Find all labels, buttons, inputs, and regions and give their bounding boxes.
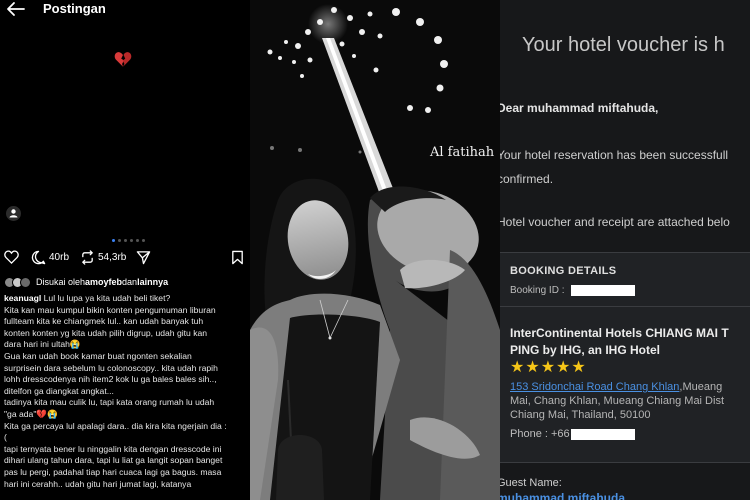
carousel-indicator: [112, 239, 145, 243]
like-button[interactable]: [4, 250, 19, 264]
broken-heart-icon: [114, 51, 132, 68]
back-arrow-icon[interactable]: [6, 1, 26, 17]
hotel-voucher-email: Your hotel voucher is h Dear muhammad mi…: [500, 0, 750, 500]
comment-count: 40rb: [49, 252, 70, 263]
caption-line: fullteam kita ke chiangmek lul.. kan uda…: [4, 316, 204, 327]
caption-line: lohh dresscodenya nih item2 kok lu ga ba…: [4, 374, 217, 385]
booking-details-title: BOOKING DETAILS: [510, 265, 617, 277]
liker-avatars: [4, 276, 31, 288]
caption-username[interactable]: keanuagl: [4, 293, 41, 303]
email-body-line: Hotel voucher and receipt are attached b…: [500, 215, 730, 229]
caption-line: Kita kan mau kumpul bikin konten pengumu…: [4, 304, 216, 315]
caption-line: "ga ada"💔😭: [4, 408, 58, 419]
star-rating: ★★★★★: [510, 359, 587, 376]
heart-icon: [4, 250, 19, 264]
divider: [500, 462, 750, 463]
caption-line: surprisein dara sebelum lu colonoscopy..…: [4, 362, 218, 373]
email-body-line: confirmed.: [500, 172, 554, 186]
divider: [500, 306, 750, 307]
caption-line: (: [4, 432, 7, 443]
caption-line: Kita ga percaya lul apalagi dara.. dia k…: [4, 420, 227, 431]
repost-button[interactable]: 54,3rb: [80, 250, 126, 265]
redacted-booking-id: [571, 285, 636, 296]
share-button[interactable]: [136, 250, 151, 265]
post-actions-bar: 40rb 54,3rb: [4, 250, 246, 268]
caption-line: Gua kan udah book kamar buat ngonten sek…: [4, 350, 192, 361]
email-greeting: Dear muhammad miftahuda,: [500, 101, 659, 115]
email-body-line: Your hotel reservation has been successf…: [500, 148, 729, 162]
avatar: [20, 276, 31, 288]
address-link[interactable]: 153 Sridonchai Road Chang Khlan: [510, 381, 679, 393]
liked-by-user[interactable]: amoyfeb: [85, 277, 122, 287]
caption-line: tapi ternyata bener lu ninggalin kita de…: [4, 443, 222, 454]
caption-line: ditelfon ga diangkat angkat...: [4, 385, 114, 396]
photo-panel: Al fatihah: [250, 0, 500, 500]
caption-first-line: keanuagl Lul lu lupa ya kita udah beli t…: [4, 293, 171, 303]
hotel-phone: Phone : +66: [510, 428, 635, 440]
liked-by-rest[interactable]: lainnya: [137, 277, 168, 287]
caption-line: dihari ulang tahun dara, tapi lu liat ga…: [4, 455, 223, 466]
booking-id-row: Booking ID :: [510, 285, 636, 296]
caption-line: pas lu pergi, padahal tiap hari cuaca la…: [4, 466, 222, 477]
comment-icon: [31, 250, 46, 265]
redacted-phone: [570, 428, 635, 440]
caption-line: dara hari ini ultah😭: [4, 339, 81, 350]
caption-line: tadinya kita mau culik lu, tapi kata ora…: [4, 397, 215, 408]
page-title: Postingan: [43, 1, 106, 16]
bookmark-icon: [232, 250, 243, 265]
email-title: Your hotel voucher is h: [522, 34, 725, 56]
tagged-users-icon[interactable]: [6, 206, 21, 221]
caption-line: konten konten yg kita udah pilih digrup,…: [4, 327, 208, 338]
repost-icon: [82, 250, 93, 265]
guest-name-label: Guest Name:: [500, 477, 562, 489]
post-header: Postingan: [0, 0, 250, 22]
save-button[interactable]: [231, 250, 244, 265]
post-caption: keanuagl Lul lu lupa ya kita udah beli t…: [4, 293, 247, 490]
night-photo: [250, 0, 500, 500]
divider: [500, 252, 750, 253]
repost-count: 54,3rb: [98, 252, 127, 263]
comment-button[interactable]: 40rb: [31, 250, 69, 265]
send-icon: [136, 251, 151, 265]
liked-by-and: dan: [122, 277, 138, 287]
guest-name-link[interactable]: muhammad miftahuda: [500, 491, 625, 500]
liked-by-prefix: Disukai oleh: [36, 277, 86, 287]
caption-line: hari ini cerahh.. udah gitu hari jumat l…: [4, 478, 192, 489]
hotel-name: InterContinental Hotels CHIANG MAI T PIN…: [510, 326, 729, 357]
instagram-post-panel: Postingan 40rb 54,3rb Disukai oleh amoyf…: [0, 0, 250, 500]
photo-overlay-text: Al fatihah: [430, 145, 495, 160]
liked-by-row[interactable]: Disukai oleh amoyfeb dan lainnya: [4, 275, 168, 289]
hotel-address: 153 Sridonchai Road Chang Khlan,Mueang M…: [510, 381, 725, 421]
